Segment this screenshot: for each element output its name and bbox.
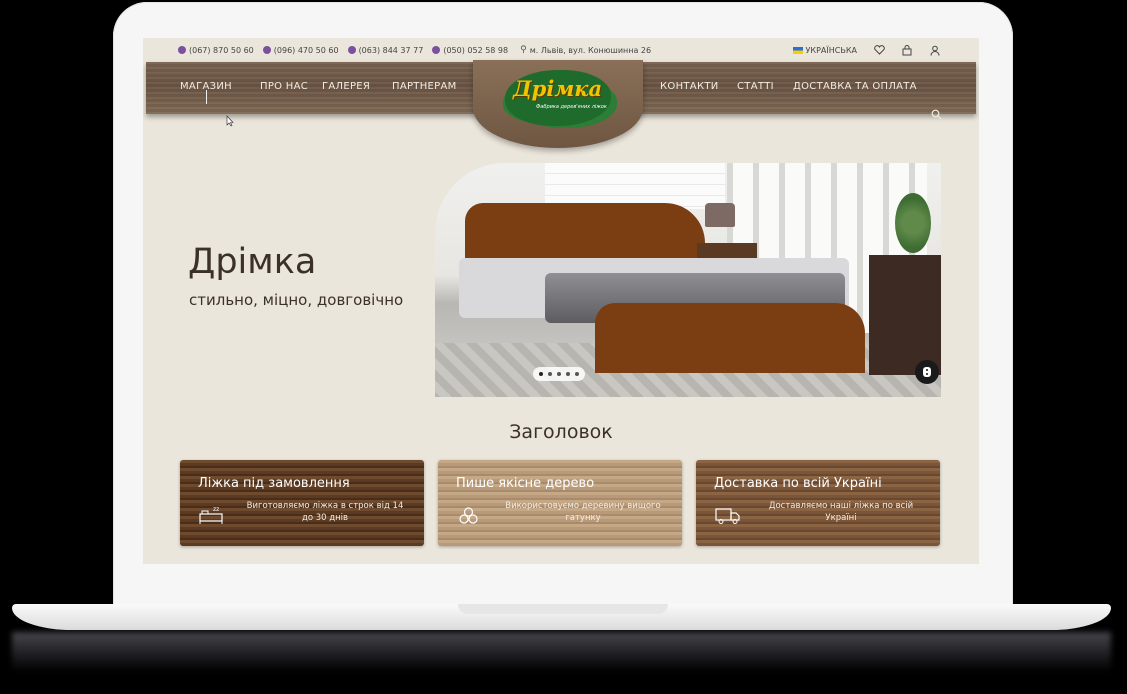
phone-number: (067) 870 50 60	[189, 45, 254, 55]
card-title: Доставка по всій Україні	[714, 476, 882, 491]
slider-dots	[539, 372, 579, 376]
heart-icon[interactable]	[873, 44, 885, 56]
laptop-reflection	[12, 632, 1111, 672]
card-title: Ліжка під замовлення	[198, 476, 350, 491]
svg-text:zz: zz	[213, 506, 219, 513]
card-text: Використовуємо деревину вищого гатунку	[505, 501, 661, 523]
site-logo[interactable]: Дрімка	[513, 76, 602, 101]
viber-icon	[347, 46, 356, 54]
nav-contacts[interactable]: КОНТАКТИ	[660, 81, 719, 92]
search-icon[interactable]	[931, 105, 942, 124]
user-icon[interactable]	[929, 44, 941, 56]
phone-number: (096) 470 50 60	[273, 45, 339, 55]
ukraine-flag-icon	[792, 46, 803, 54]
feature-card-delivery[interactable]: Доставка по всій Україні Доставляємо наш…	[696, 460, 940, 546]
mouse-cursor-icon	[226, 112, 234, 131]
feature-card-custom-beds[interactable]: Ліжка під замовлення zz Виготовляємо ліж…	[180, 460, 424, 546]
hero-slider-image[interactable]	[435, 163, 941, 397]
nav-articles[interactable]: СТАТТІ	[737, 81, 774, 92]
bed-footboard	[595, 303, 865, 373]
phone-link-2[interactable]: (096) 470 50 60	[262, 45, 339, 55]
viber-icon	[432, 46, 441, 54]
topbar-actions: УКРАЇНСЬКА	[792, 44, 941, 56]
viber-icon	[178, 46, 186, 54]
hero-subtitle: стильно, міцно, довговічно	[189, 291, 404, 309]
card-title: Пише якісне дерево	[456, 476, 595, 491]
card-text: Виготовляємо ліжка в строк від 14 до 30 …	[246, 501, 404, 523]
laptop-notch	[458, 604, 668, 614]
card-text: Доставляємо наші ліжка по всій Україні	[768, 501, 914, 523]
hover-indicator	[206, 90, 207, 104]
slider-dot-3[interactable]	[557, 372, 561, 376]
phone-number: (063) 844 37 77	[358, 45, 424, 55]
slider-dot-2[interactable]	[548, 372, 552, 376]
section-heading: Заголовок	[509, 421, 613, 443]
phone-link-4[interactable]: (050) 052 58 98	[432, 46, 508, 55]
viber-icon	[262, 46, 271, 54]
website-screen: (067) 870 50 60 (096) 470 50 60 (063) 84…	[143, 38, 979, 564]
language-selector[interactable]: УКРАЇНСЬКА	[792, 45, 857, 55]
plant	[895, 193, 931, 253]
nav-partners[interactable]: ПАРТНЕРАМ	[392, 81, 457, 92]
chat-button[interactable]	[915, 360, 939, 384]
address-text: м. Львів, вул. Конюшинна 26	[529, 45, 652, 55]
nav-about[interactable]: ПРО НАС	[260, 81, 308, 92]
address[interactable]: ⚲ м. Львів, вул. Конюшинна 26	[520, 45, 651, 55]
wood-logs-icon	[456, 504, 482, 530]
slider-dot-5[interactable]	[575, 372, 579, 376]
phone-link-3[interactable]: (063) 844 37 77	[347, 45, 424, 55]
hero-title: Дрімка	[188, 242, 317, 282]
nav-delivery-payment[interactable]: ДОСТАВКА ТА ОПЛАТА	[793, 81, 917, 92]
delivery-truck-icon	[714, 504, 742, 530]
language-label: УКРАЇНСЬКА	[805, 45, 857, 55]
slider-dot-4[interactable]	[566, 372, 570, 376]
phone-number: (050) 052 58 98	[443, 45, 509, 55]
table-lamp	[705, 203, 735, 227]
slider-dot-1[interactable]	[539, 372, 543, 376]
bed-icon: zz	[198, 504, 224, 530]
feature-card-quality-wood[interactable]: Пише якісне дерево Використовуємо дереви…	[438, 460, 682, 546]
top-contact-bar: (067) 870 50 60 (096) 470 50 60 (063) 84…	[143, 38, 979, 62]
logo-tagline: Фабрика дерев'яних ліжок	[536, 104, 607, 110]
nav-gallery[interactable]: ГАЛЕРЕЯ	[322, 81, 370, 92]
cart-icon[interactable]	[901, 44, 913, 56]
location-pin-icon: ⚲	[520, 45, 527, 55]
chat-icon	[923, 367, 931, 377]
dresser	[869, 255, 941, 375]
phone-link-1[interactable]: (067) 870 50 60	[178, 46, 254, 55]
